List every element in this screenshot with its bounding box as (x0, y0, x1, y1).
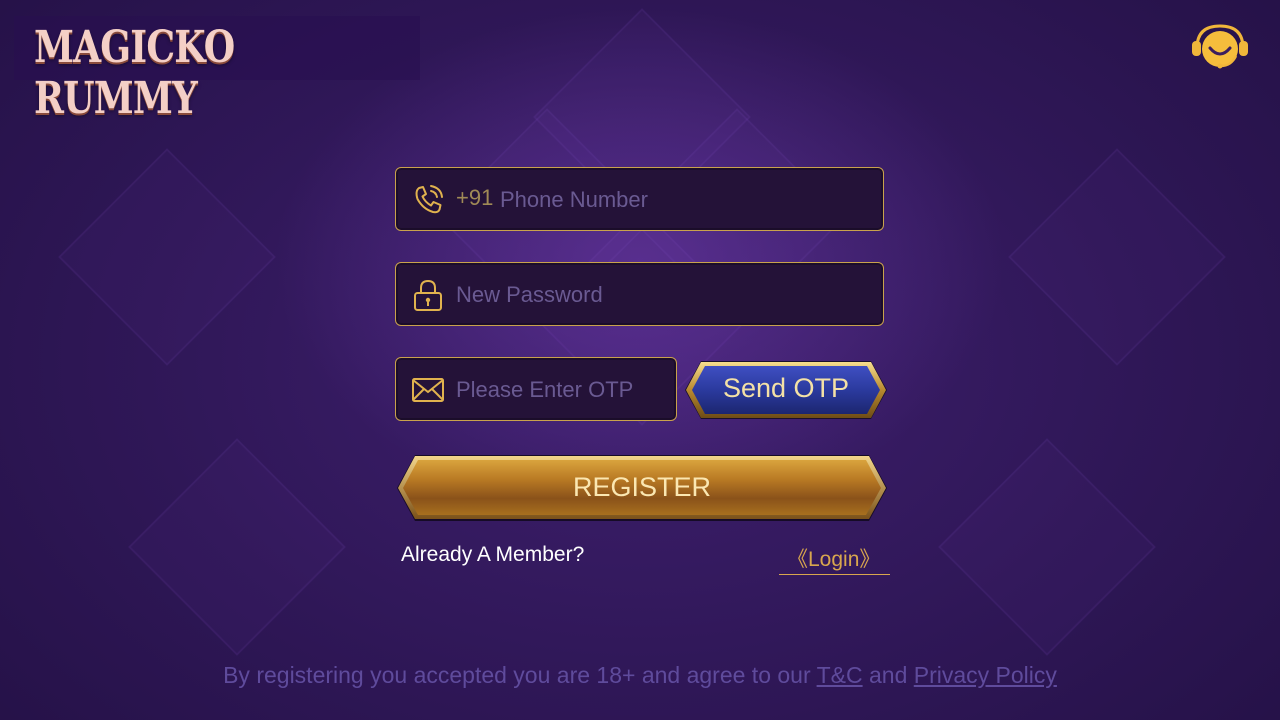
terms-text: By registering you accepted you are 18+ … (223, 662, 817, 688)
app-logo: MAGICKO RUMMY (34, 22, 235, 124)
already-member-text: Already A Member? (401, 543, 585, 566)
phone-icon (410, 182, 446, 218)
otp-field[interactable] (395, 357, 677, 422)
background-pattern (128, 438, 346, 656)
background-pattern (58, 148, 276, 366)
privacy-policy-link[interactable]: Privacy Policy (914, 662, 1057, 688)
tc-link[interactable]: T&C (817, 662, 863, 688)
country-code: +91 (456, 185, 494, 210)
login-link[interactable]: 《Login》 (779, 543, 891, 575)
support-agent-icon[interactable] (1191, 22, 1249, 72)
background-pattern (938, 438, 1156, 656)
otp-input[interactable] (454, 358, 668, 422)
send-otp-button[interactable]: Send OTP (683, 359, 889, 423)
register-label: REGISTER (572, 472, 712, 502)
logo-banner: MAGICKO RUMMY (14, 16, 420, 124)
terms-and-text: and (862, 662, 914, 688)
background-pattern (1008, 148, 1226, 366)
phone-number-field[interactable]: +91 (395, 167, 884, 232)
mail-icon (410, 372, 446, 408)
password-field[interactable] (395, 262, 884, 327)
send-otp-label: Send OTP (722, 373, 850, 403)
register-button[interactable]: REGISTER (395, 453, 889, 523)
terms-footer: By registering you accepted you are 18+ … (0, 662, 1280, 689)
phone-input[interactable] (498, 168, 872, 232)
password-input[interactable] (454, 263, 868, 327)
lock-icon (410, 277, 446, 313)
